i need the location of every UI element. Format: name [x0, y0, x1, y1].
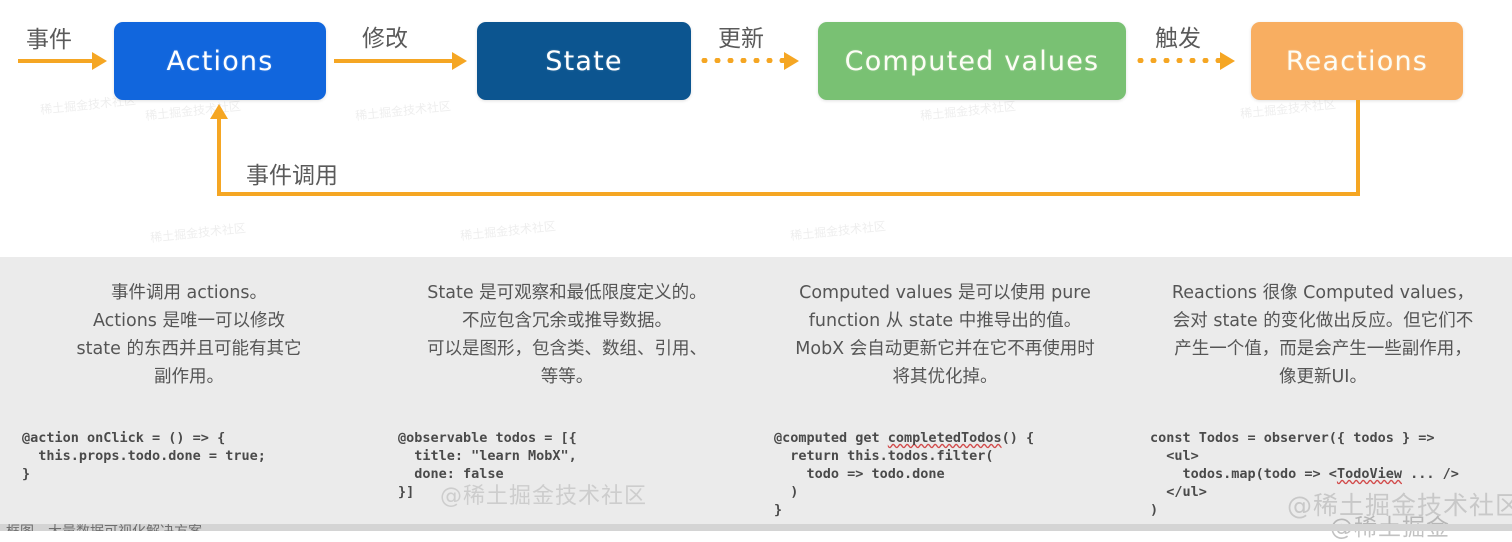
- code-row: @action onClick = () => { this.props.tod…: [0, 429, 1512, 519]
- code-spellcheck-token: TodoView: [1336, 466, 1402, 482]
- background-watermark: 稀土掘金技术社区: [459, 219, 557, 243]
- feedback-loop-left-segment: [217, 118, 221, 196]
- description-line: Computed values 是可以使用 pure: [799, 283, 1091, 303]
- description-line: State 是可观察和最低限度定义的。: [427, 283, 707, 303]
- arrow-update-head: [784, 52, 799, 70]
- arrow-update-line: [698, 58, 786, 63]
- arrow-modify-line: [334, 59, 454, 63]
- arrow-label-trigger: 触发: [1155, 26, 1201, 52]
- arrow-modify-head: [452, 52, 467, 70]
- description-column-state: State 是可观察和最低限度定义的。 不应包含冗余或推导数据。 可以是图形，包…: [378, 279, 756, 407]
- arrow-label-dispatch: 事件调用: [246, 163, 338, 189]
- description-line: state 的东西并且可能有其它: [76, 339, 302, 359]
- description-panel: 事件调用 actions。 Actions 是唯一可以修改 state 的东西并…: [0, 255, 1512, 527]
- node-computed-values-label: Computed values: [844, 45, 1100, 77]
- node-actions-label: Actions: [166, 45, 274, 77]
- background-watermark: 稀土掘金技术社区: [354, 99, 452, 123]
- background-watermark: 稀土掘金技术社区: [919, 99, 1017, 123]
- description-line: 将其优化掉。: [892, 367, 998, 387]
- arrow-event-line: [18, 59, 94, 63]
- description-line: 不应包含冗余或推导数据。: [462, 311, 672, 331]
- arrow-label-update: 更新: [718, 26, 764, 52]
- code-column-state: @observable todos = [{ title: "learn Mob…: [384, 429, 760, 519]
- arrow-label-event: 事件: [26, 27, 72, 53]
- code-spellcheck-token: completedTodos: [887, 430, 1002, 446]
- description-line: 产生一个值，而是会产生一些副作用，: [1174, 339, 1472, 359]
- arrow-label-modify: 修改: [362, 26, 408, 52]
- description-line: Actions 是唯一可以修改: [93, 311, 285, 331]
- description-line: 可以是图形，包含类、数组、引用、: [427, 339, 707, 359]
- description-line: 事件调用 actions。: [110, 283, 268, 303]
- arrow-event-head: [92, 52, 107, 70]
- description-line: 副作用。: [154, 367, 224, 387]
- feedback-loop-bottom-segment: [217, 192, 1360, 196]
- code-snippet-state: @observable todos = [{ title: "learn Mob…: [398, 430, 577, 500]
- node-actions[interactable]: Actions: [114, 22, 326, 100]
- description-column-actions: 事件调用 actions。 Actions 是唯一可以修改 state 的东西并…: [0, 279, 378, 407]
- node-state[interactable]: State: [477, 22, 691, 100]
- code-column-reactions: const Todos = observer({ todos } => <ul>…: [1136, 429, 1512, 519]
- arrow-trigger-head: [1220, 52, 1235, 70]
- bottom-caption: 框图，大量数据可视化解决方案: [6, 524, 202, 531]
- description-row: 事件调用 actions。 Actions 是唯一可以修改 state 的东西并…: [0, 257, 1512, 407]
- code-snippet-reactions: const Todos = observer({ todos } => <ul>…: [1150, 429, 1498, 519]
- code-snippet-actions: @action onClick = () => { this.props.tod…: [22, 430, 266, 482]
- description-line: function 从 state 中推导出的值。: [808, 311, 1082, 331]
- feedback-loop-right-segment: [1356, 100, 1360, 196]
- node-computed-values[interactable]: Computed values: [818, 22, 1126, 100]
- bottom-caption-strip: 框图，大量数据可视化解决方案: [0, 524, 1512, 531]
- node-reactions-label: Reactions: [1285, 45, 1429, 77]
- node-reactions[interactable]: Reactions: [1251, 22, 1463, 100]
- background-watermark: 稀土掘金技术社区: [789, 219, 887, 243]
- description-line: 等等。: [540, 367, 594, 387]
- mobx-flow-diagram: 稀土掘金技术社区 稀土掘金技术社区 稀土掘金技术社区 稀土掘金技术社区 稀土掘金…: [0, 0, 1512, 255]
- description-line: 会对 state 的变化做出反应。但它们不: [1172, 311, 1474, 331]
- description-line: MobX 会自动更新它并在它不再使用时: [795, 339, 1095, 359]
- description-column-computed: Computed values 是可以使用 pure function 从 st…: [756, 279, 1134, 407]
- feedback-loop-arrow-head: [210, 104, 228, 119]
- node-state-label: State: [545, 45, 623, 77]
- arrow-trigger-line: [1134, 58, 1222, 63]
- description-line: 像更新UI。: [1279, 367, 1367, 387]
- code-column-computed: @computed get completedTodos() { return …: [760, 429, 1136, 519]
- code-fragment: @computed get: [774, 430, 888, 446]
- description-column-reactions: Reactions 很像 Computed values， 会对 state 的…: [1134, 279, 1512, 407]
- description-line: Reactions 很像 Computed values，: [1171, 283, 1475, 303]
- code-column-actions: @action onClick = () => { this.props.tod…: [0, 429, 384, 519]
- code-snippet-computed: @computed get completedTodos() { return …: [774, 429, 1122, 519]
- background-watermark: 稀土掘金技术社区: [149, 221, 247, 245]
